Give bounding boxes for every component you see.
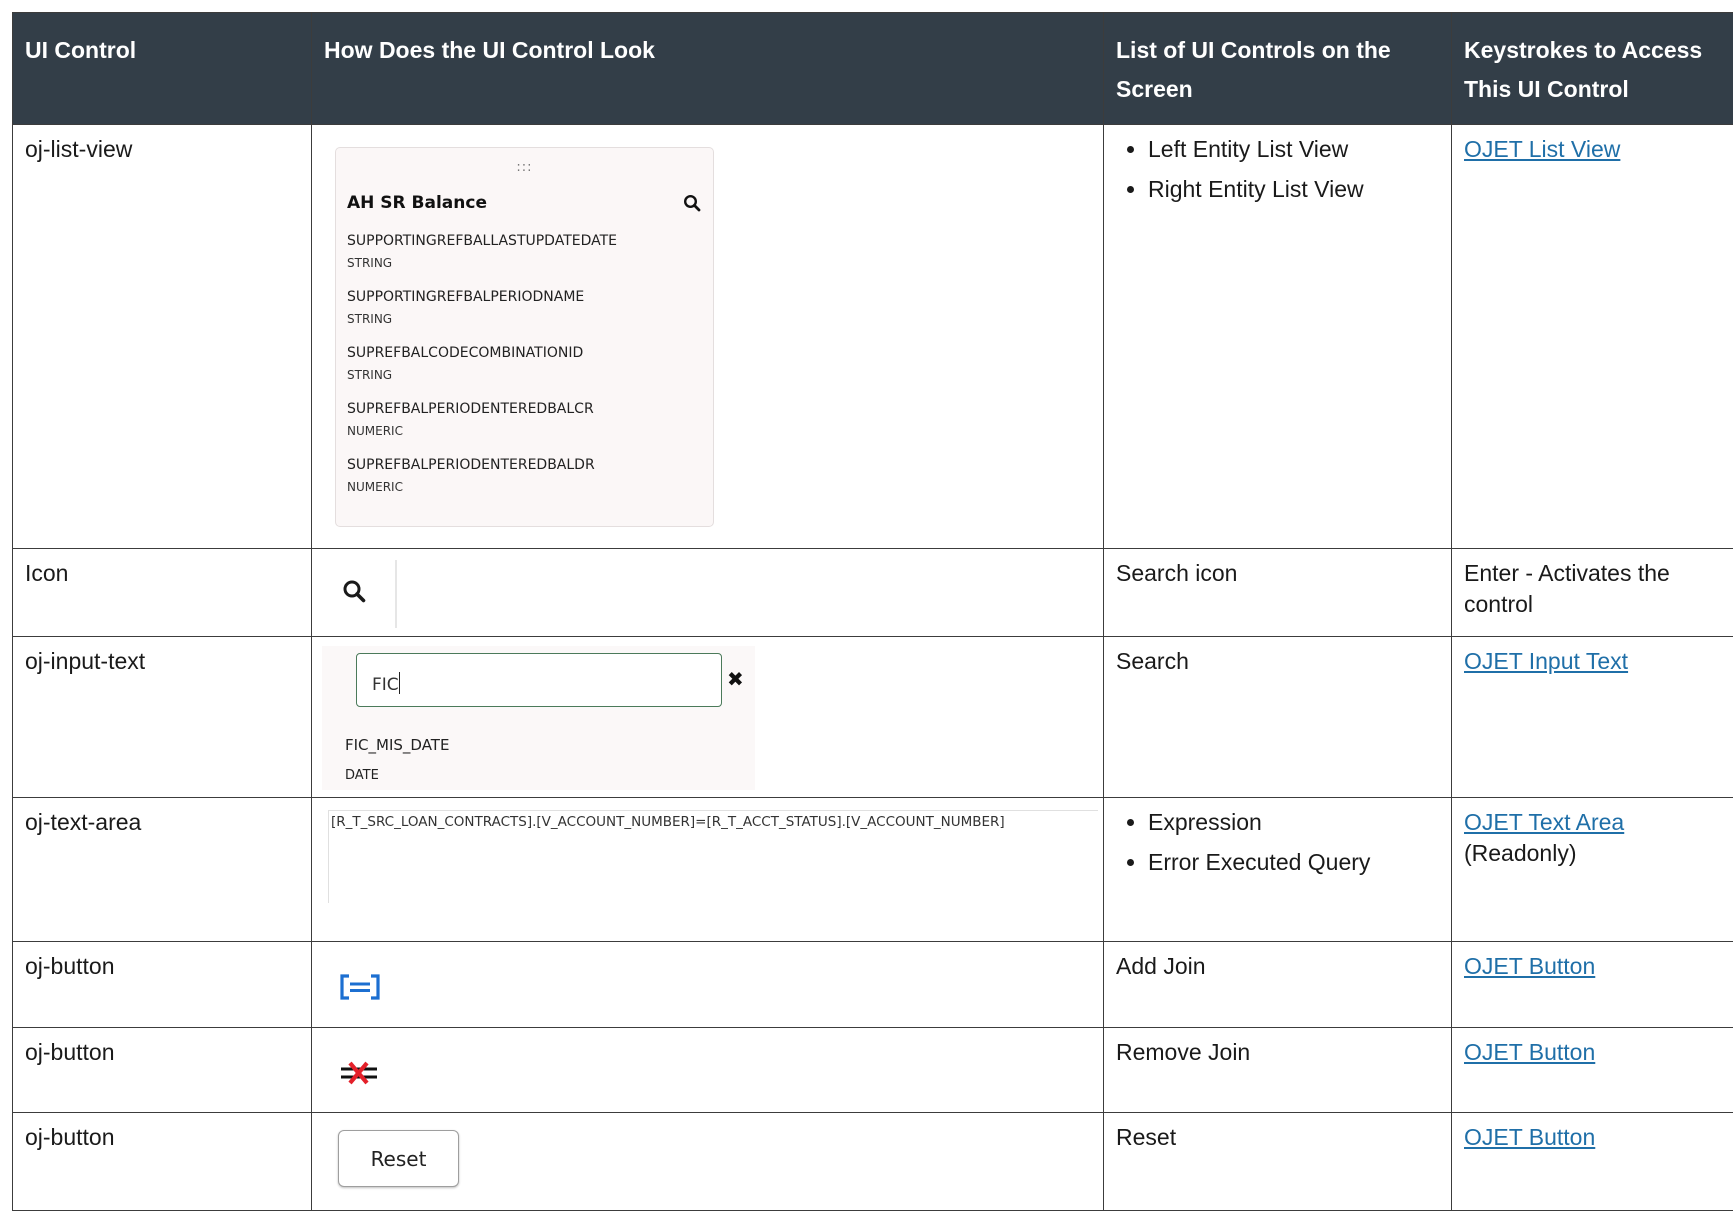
table-header-row: UI Control How Does the UI Control Look … <box>13 13 1733 125</box>
readonly-note: (Readonly) <box>1464 838 1721 869</box>
header-keystrokes: Keystrokes to Access This UI Control <box>1452 13 1733 125</box>
keystroke-cell: OJET Text Area (Readonly) <box>1452 798 1733 942</box>
header-ui-control: UI Control <box>13 13 312 125</box>
list-view-title: AH SR Balance <box>347 188 487 219</box>
keystroke-cell: OJET Button <box>1452 1028 1733 1113</box>
search-icon <box>342 579 366 603</box>
reset-button[interactable]: Reset <box>338 1130 459 1187</box>
list-item[interactable]: SUPPORTINGREFBALLASTUPDATEDATE STRING <box>347 232 617 288</box>
attribute-type: NUMERIC <box>347 422 617 440</box>
keystroke-cell: OJET List View <box>1452 125 1733 549</box>
list-item[interactable]: SUPREFBALCODECOMBINATIONID STRING <box>347 344 617 400</box>
ojet-button-link[interactable]: OJET Button <box>1464 1124 1595 1150</box>
ui-look-cell: FIC ✖ FIC_MIS_DATE DATE <box>312 637 1104 798</box>
control-name-cell: oj-button <box>13 942 312 1028</box>
table-row: oj-input-text FIC ✖ FIC_MIS_DATE DATE Se… <box>13 637 1733 798</box>
attribute-name: SUPREFBALPERIODENTEREDBALDR <box>347 456 617 474</box>
table-row: oj-text-area [R_T_SRC_LOAN_CONTRACTS].[V… <box>13 798 1733 942</box>
control-name-cell: oj-button <box>13 1028 312 1113</box>
table-row: oj-button Reset Reset OJET Button <box>13 1113 1733 1211</box>
control-name-cell: oj-input-text <box>13 637 312 798</box>
attribute-name: SUPPORTINGREFBALPERIODNAME <box>347 288 617 306</box>
attribute-name: SUPREFBALPERIODENTEREDBALCR <box>347 400 617 418</box>
header-ui-control-look: How Does the UI Control Look <box>312 13 1104 125</box>
ui-look-cell: [R_T_SRC_LOAN_CONTRACTS].[V_ACCOUNT_NUMB… <box>312 798 1104 942</box>
control-name-cell: oj-button <box>13 1113 312 1211</box>
keystroke-cell: OJET Button <box>1452 1113 1733 1211</box>
controls-on-screen-cell: Search icon <box>1104 549 1452 637</box>
entity-attribute-list: SUPPORTINGREFBALLASTUPDATEDATE STRING SU… <box>347 232 617 512</box>
list-item[interactable]: SUPREFBALPERIODENTEREDBALCR NUMERIC <box>347 400 617 456</box>
text-caret <box>399 672 400 694</box>
table-row: oj-button Add Join OJET Button <box>13 942 1733 1028</box>
controls-on-screen-cell: Search <box>1104 637 1452 798</box>
control-name-cell: oj-text-area <box>13 798 312 942</box>
ui-look-cell <box>312 549 1104 637</box>
ui-look-cell <box>312 942 1104 1028</box>
controls-on-screen-cell: Reset <box>1104 1113 1452 1211</box>
control-name-cell: Icon <box>13 549 312 637</box>
search-icon[interactable] <box>683 190 701 221</box>
controls-on-screen-cell: Left Entity List View Right Entity List … <box>1104 125 1452 549</box>
search-input[interactable]: FIC <box>356 653 722 707</box>
attribute-type: STRING <box>347 254 617 272</box>
attribute-type: STRING <box>347 310 617 328</box>
search-icon-preview[interactable] <box>322 560 397 628</box>
search-input-value: FIC <box>372 675 399 695</box>
list-item[interactable]: SUPREFBALPERIODENTEREDBALDR NUMERIC <box>347 456 617 512</box>
search-result-name[interactable]: FIC_MIS_DATE <box>345 730 449 761</box>
controls-on-screen-cell: Expression Error Executed Query <box>1104 798 1452 942</box>
drag-handle-icon[interactable]: ::: <box>336 152 713 183</box>
ui-look-cell: ::: AH SR Balance SUPPORTINGREFBALLASTUP… <box>312 125 1104 549</box>
attribute-type: STRING <box>347 366 617 384</box>
ojet-button-link[interactable]: OJET Button <box>1464 953 1595 979</box>
ui-look-cell: Reset <box>312 1113 1104 1211</box>
ojet-button-link[interactable]: OJET Button <box>1464 1039 1595 1065</box>
keystroke-cell: OJET Button <box>1452 942 1733 1028</box>
expression-text-area[interactable]: [R_T_SRC_LOAN_CONTRACTS].[V_ACCOUNT_NUMB… <box>328 810 1098 903</box>
clear-icon[interactable]: ✖ <box>727 664 744 695</box>
list-item: Right Entity List View <box>1148 174 1439 205</box>
table-row: oj-button Remove Join OJET Button <box>13 1028 1733 1113</box>
ui-look-cell <box>312 1028 1104 1113</box>
control-name-cell: oj-list-view <box>13 125 312 549</box>
list-item[interactable]: SUPPORTINGREFBALPERIODNAME STRING <box>347 288 617 344</box>
controls-on-screen-cell: Add Join <box>1104 942 1452 1028</box>
list-item: Expression <box>1148 807 1439 838</box>
table-row: oj-list-view ::: AH SR Balance SUPPORTIN… <box>13 125 1733 549</box>
list-item: Left Entity List View <box>1148 134 1439 165</box>
remove-join-icon[interactable] <box>339 1059 379 1095</box>
keystroke-cell: Enter - Activates the control <box>1452 549 1733 637</box>
attribute-name: SUPPORTINGREFBALLASTUPDATEDATE <box>347 232 617 250</box>
list-view-preview[interactable]: ::: AH SR Balance SUPPORTINGREFBALLASTUP… <box>335 147 714 527</box>
header-controls-on-screen: List of UI Controls on the Screen <box>1104 13 1452 125</box>
keystroke-cell: OJET Input Text <box>1452 637 1733 798</box>
input-text-preview: FIC ✖ FIC_MIS_DATE DATE <box>322 646 755 790</box>
ojet-list-view-link[interactable]: OJET List View <box>1464 136 1620 162</box>
table-row: Icon Search icon Enter - Activates the c… <box>13 549 1733 637</box>
controls-on-screen-cell: Remove Join <box>1104 1028 1452 1113</box>
attribute-type: NUMERIC <box>347 478 617 496</box>
attribute-name: SUPREFBALCODECOMBINATIONID <box>347 344 617 362</box>
ojet-input-text-link[interactable]: OJET Input Text <box>1464 648 1628 674</box>
ojet-text-area-link[interactable]: OJET Text Area <box>1464 809 1624 835</box>
ui-controls-table: UI Control How Does the UI Control Look … <box>12 12 1733 1211</box>
list-item: Error Executed Query <box>1148 847 1439 878</box>
add-join-icon[interactable] <box>339 973 381 1009</box>
search-result-type: DATE <box>345 760 379 791</box>
